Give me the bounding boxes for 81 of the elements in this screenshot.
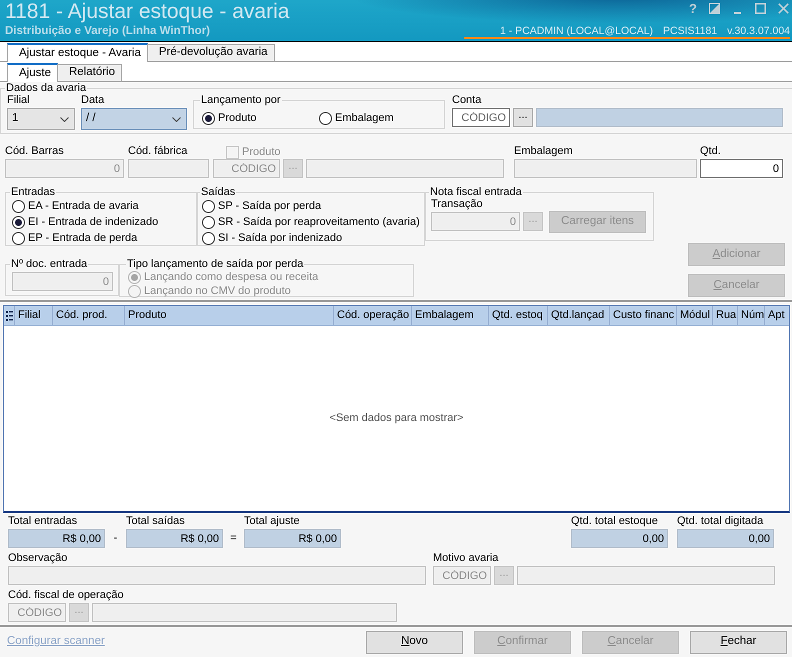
radio-button[interactable] bbox=[319, 112, 332, 124]
group-title: Lançamento por bbox=[200, 94, 282, 106]
field-label: Qtd. bbox=[700, 145, 722, 159]
total-field[interactable]: R$ 0,00 bbox=[8, 529, 105, 548]
tab[interactable]: Pré-devolução avaria bbox=[146, 44, 275, 61]
field-label: Total ajuste bbox=[244, 515, 301, 529]
field-label: Embalagem bbox=[514, 145, 574, 159]
field-label: Qtd. total digitada bbox=[677, 515, 764, 529]
field-label: Motivo avaria bbox=[433, 552, 500, 566]
radio-option[interactable]: SI - Saída por indenizado bbox=[202, 230, 422, 246]
column-header[interactable]: Módul bbox=[677, 306, 713, 325]
new-button[interactable]: Novo bbox=[366, 630, 463, 654]
window-title: 1181 - Ajustar estoque - avaria bbox=[5, 0, 290, 23]
field-label: Total entradas bbox=[8, 515, 78, 529]
list-icon[interactable] bbox=[6, 310, 12, 320]
session-user: 1 - PCADMIN (LOCAL@LOCAL) bbox=[500, 25, 654, 37]
column-header[interactable]: Cód. prod. bbox=[53, 306, 125, 325]
group-title: Tipo lançamento de saída por perda bbox=[126, 258, 304, 270]
empty-grid-message: <Sem dados para mostrar> bbox=[330, 412, 464, 426]
radio-button[interactable] bbox=[202, 200, 215, 212]
group-title: Dados da avaria bbox=[5, 82, 88, 94]
field-label: Conta bbox=[452, 94, 482, 108]
radio-button[interactable] bbox=[202, 232, 215, 244]
contrast-icon[interactable] bbox=[709, 3, 720, 14]
total-field[interactable]: R$ 0,00 bbox=[126, 529, 223, 548]
radio-option[interactable]: EA - Entrada de avaria bbox=[12, 198, 190, 214]
radio-option[interactable]: SP - Saída por perda bbox=[202, 198, 422, 214]
chevron-down-icon bbox=[60, 116, 69, 122]
column-header[interactable]: Embalagem bbox=[412, 306, 489, 325]
group-title: Saídas bbox=[200, 186, 236, 198]
tab[interactable]: Ajuste bbox=[7, 63, 58, 82]
program-code: PCSIS1181 bbox=[663, 25, 718, 37]
branch-dropdown[interactable]: 1 bbox=[7, 108, 75, 130]
tab[interactable]: Ajustar estoque - Avaria bbox=[7, 43, 148, 62]
field-label: Cód. fiscal de operação bbox=[8, 589, 125, 603]
field-label: Observação bbox=[8, 552, 68, 566]
radio-option[interactable]: EI - Entrada de indenizado bbox=[12, 214, 190, 230]
window-subtitle: Distribuição e Varejo (Linha WinThor) bbox=[5, 24, 212, 38]
close-icon[interactable] bbox=[778, 3, 789, 14]
group-title: Nota fiscal entrada bbox=[429, 186, 523, 198]
field-label: Total saídas bbox=[126, 515, 186, 529]
description-field[interactable] bbox=[536, 108, 783, 127]
field-label: Data bbox=[81, 94, 106, 108]
column-header[interactable]: Qtd.lançad bbox=[548, 306, 610, 325]
radio-option[interactable]: EP - Entrada de perda bbox=[12, 230, 190, 246]
lookup-button[interactable]: ... bbox=[513, 108, 533, 127]
field-label: Filial bbox=[7, 94, 31, 108]
total-field[interactable]: R$ 0,00 bbox=[244, 529, 341, 548]
date-dropdown[interactable]: / / bbox=[81, 108, 187, 130]
maximize-icon[interactable] bbox=[755, 3, 766, 14]
operator-symbol: = bbox=[229, 531, 238, 546]
field-label: Cód. fábrica bbox=[128, 145, 188, 159]
column-header[interactable]: Rua bbox=[713, 306, 738, 325]
column-header[interactable]: Núm bbox=[738, 306, 765, 325]
quantity-total-field[interactable]: 0,00 bbox=[677, 529, 774, 548]
tab[interactable]: Relatório bbox=[56, 64, 122, 81]
group-title: Entradas bbox=[10, 186, 56, 198]
quantity-total-field[interactable]: 0,00 bbox=[571, 529, 668, 548]
field-label: Qtd. total estoque bbox=[571, 515, 659, 529]
column-header[interactable]: Produto bbox=[125, 306, 334, 325]
column-header[interactable]: Apt bbox=[765, 306, 789, 325]
radio-option[interactable]: SR - Saída por reaproveitamento (avaria) bbox=[202, 214, 422, 230]
radio-button[interactable] bbox=[202, 112, 215, 124]
close-button[interactable]: Fechar bbox=[690, 630, 787, 654]
column-header[interactable]: Custo financ bbox=[610, 306, 677, 325]
radio-option[interactable]: Embalagem bbox=[319, 110, 436, 126]
quantity-field[interactable]: 0 bbox=[700, 159, 783, 178]
column-header[interactable]: Qtd. estoq bbox=[489, 306, 548, 325]
radio-button[interactable] bbox=[12, 232, 25, 244]
radio-button[interactable] bbox=[12, 216, 25, 228]
field-label: Cód. Barras bbox=[5, 145, 65, 159]
group-title: Nº doc. entrada bbox=[10, 258, 88, 270]
version-label: v.30.3.07.004 bbox=[727, 25, 790, 37]
radio-option[interactable]: Produto bbox=[202, 110, 319, 126]
radio-button[interactable] bbox=[12, 200, 25, 212]
column-header[interactable]: Filial bbox=[15, 306, 53, 325]
operator-symbol: - bbox=[112, 531, 118, 546]
column-header[interactable]: Cód. operação bbox=[334, 306, 412, 325]
radio-button[interactable] bbox=[202, 216, 215, 228]
chevron-down-icon bbox=[172, 116, 181, 122]
field-label: Transação bbox=[431, 198, 484, 212]
